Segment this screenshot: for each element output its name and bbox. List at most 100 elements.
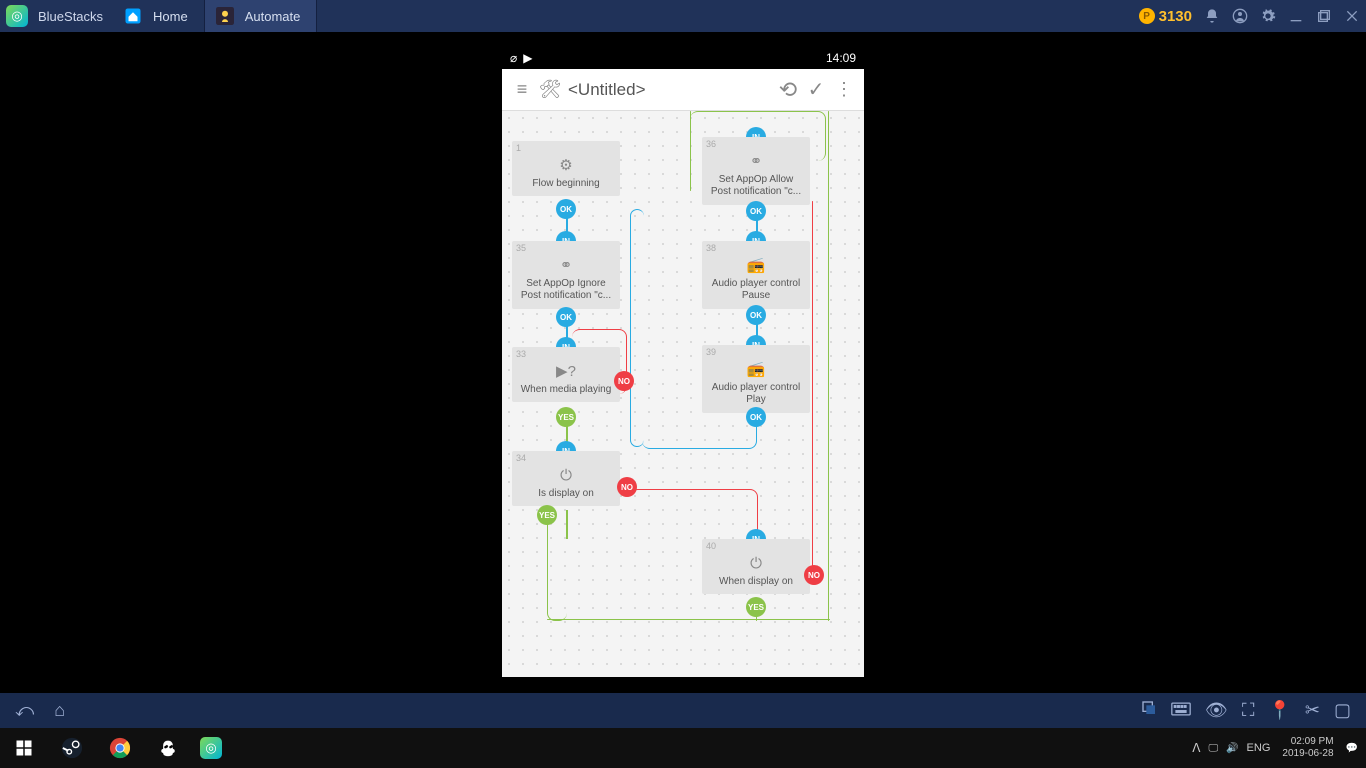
top-right-controls: P 3130 [1139, 0, 1360, 32]
taskbar-chrome[interactable] [96, 728, 144, 768]
tray-time: 02:09 PM [1291, 736, 1334, 748]
overflow-icon[interactable]: ⋮ [830, 76, 858, 104]
rotate-icon[interactable]: ▢ [1334, 700, 1351, 721]
block-appop-ignore[interactable]: 35 ⚭ Set AppOp Ignore Post notification … [512, 241, 620, 309]
no-rotate-icon: ⌀ [510, 51, 517, 65]
toggle-icon: ⏻ [706, 555, 806, 574]
bluestacks-brand: BlueStacks [38, 9, 103, 24]
tray-lang[interactable]: ENG [1247, 742, 1271, 754]
port-ok[interactable]: OK [556, 199, 576, 219]
android-status-bar: ⌀ ▶ 14:09 [502, 47, 864, 69]
player-icon: 📻 [706, 361, 806, 380]
block-id: 39 [706, 347, 716, 358]
wire [690, 111, 691, 191]
tab-home-label: Home [153, 9, 188, 24]
bell-icon[interactable] [1204, 8, 1220, 24]
port-yes[interactable]: YES [556, 407, 576, 427]
coin-icon: P [1139, 8, 1155, 24]
block-label: Set AppOp Ignore Post notification "c... [521, 278, 611, 302]
tab-home[interactable]: Home [113, 0, 205, 32]
block-flow-beginning[interactable]: 1 ⚙ Flow beginning [512, 141, 620, 196]
home-tab-icon [123, 6, 143, 26]
tools-icon[interactable]: 🛠 [536, 76, 564, 104]
tab-automate[interactable]: Automate [205, 0, 318, 32]
taskbar-steam[interactable] [48, 728, 96, 768]
status-icons-left: ⌀ ▶ [510, 51, 532, 65]
flow-title: <Untitled> [568, 80, 774, 100]
system-tray: ᐱ 🖵 🔊 ENG 02:09 PM 2019-06-28 💬 [1192, 736, 1366, 760]
check-icon[interactable]: ✓ [802, 76, 830, 104]
port-no[interactable]: NO [614, 371, 634, 391]
chain-icon: ⚭ [516, 257, 616, 276]
user-icon[interactable] [1232, 8, 1248, 24]
back-icon[interactable]: ⤺ [15, 700, 34, 721]
port-ok[interactable]: OK [746, 407, 766, 427]
tray-monitor-icon[interactable]: 🖵 [1208, 743, 1218, 754]
play-question-icon: ▶? [516, 363, 616, 382]
taskbar-bluestacks[interactable]: ◎ [192, 728, 240, 768]
port-no[interactable]: NO [804, 565, 824, 585]
wire [547, 511, 567, 621]
minimize-icon[interactable] [1288, 8, 1304, 24]
block-label: When media playing [521, 384, 612, 395]
chain-icon: ⚭ [706, 153, 806, 172]
tray-date: 2019-06-28 [1282, 748, 1333, 760]
block-id: 36 [706, 139, 716, 150]
close-icon[interactable] [1344, 8, 1360, 24]
port-ok[interactable]: OK [746, 201, 766, 221]
menu-icon[interactable]: ≡ [508, 76, 536, 104]
block-label: Is display on [538, 488, 594, 499]
location-icon[interactable]: 📍 [1268, 700, 1290, 721]
home-icon[interactable]: ⌂ [54, 700, 65, 721]
block-label: When display on [719, 576, 793, 587]
layers-icon[interactable] [1141, 700, 1157, 721]
tray-volume-icon[interactable]: 🔊 [1226, 743, 1238, 754]
player-icon: 📻 [706, 257, 806, 276]
tray-notifications-icon[interactable]: 💬 [1346, 743, 1358, 754]
block-id: 34 [516, 453, 526, 464]
port-yes[interactable]: YES [537, 505, 557, 525]
wire [642, 411, 757, 449]
status-time: 14:09 [826, 51, 856, 65]
windows-taskbar: ◎ ᐱ 🖵 🔊 ENG 02:09 PM 2019-06-28 💬 [0, 728, 1366, 768]
wire [547, 619, 830, 620]
port-yes[interactable]: YES [746, 597, 766, 617]
block-label: Flow beginning [532, 178, 599, 189]
play-store-icon: ▶ [523, 51, 532, 65]
fullscreen-icon[interactable]: ⛶ [1242, 700, 1255, 721]
flow-canvas[interactable]: 1 ⚙ Flow beginning OK IN 35 ⚭ Set AppOp … [502, 111, 864, 677]
block-label: Audio player control Play [712, 382, 800, 406]
bluestacks-title-bar: ◎ BlueStacks Home Automate P 3130 [0, 0, 1366, 32]
tray-clock[interactable]: 02:09 PM 2019-06-28 [1278, 736, 1337, 760]
port-ok[interactable]: OK [746, 305, 766, 325]
android-screen: ⌀ ▶ 14:09 ≡ 🛠 <Untitled> ⟲ ✓ ⋮ [502, 47, 864, 677]
start-button[interactable] [0, 728, 48, 768]
undo-icon[interactable]: ⟲ [774, 76, 802, 104]
port-no[interactable]: NO [617, 477, 637, 497]
block-when-display-on[interactable]: 40 ⏻ When display on [702, 539, 810, 594]
scissors-icon[interactable]: ✂ [1305, 700, 1320, 721]
coin-amount: 3130 [1159, 8, 1192, 25]
wire [566, 510, 568, 539]
gear-icon[interactable] [1260, 8, 1276, 24]
eye-icon[interactable]: 👁 [1205, 700, 1228, 721]
wire [630, 209, 644, 447]
block-display-on-check[interactable]: 34 ⏻ Is display on [512, 451, 620, 506]
block-id: 38 [706, 243, 716, 254]
block-media-playing[interactable]: 33 ▶? When media playing [512, 347, 620, 402]
block-label: Audio player control Pause [712, 278, 800, 302]
automate-toolbar: ≡ 🛠 <Untitled> ⟲ ✓ ⋮ [502, 69, 864, 111]
block-appop-allow[interactable]: 36 ⚭ Set AppOp Allow Post notification "… [702, 137, 810, 205]
toggle-icon: ⏻ [516, 467, 616, 486]
keyboard-icon[interactable] [1171, 700, 1191, 721]
block-id: 33 [516, 349, 526, 360]
block-audio-pause[interactable]: 38 📻 Audio player control Pause [702, 241, 810, 309]
restore-icon[interactable] [1316, 8, 1332, 24]
port-ok[interactable]: OK [556, 307, 576, 327]
tab-automate-label: Automate [245, 9, 301, 24]
tray-chevron-icon[interactable]: ᐱ [1192, 741, 1200, 755]
block-audio-play[interactable]: 39 📻 Audio player control Play [702, 345, 810, 413]
coins-display[interactable]: P 3130 [1139, 8, 1192, 25]
taskbar-foobar[interactable] [144, 728, 192, 768]
wire [812, 201, 813, 581]
